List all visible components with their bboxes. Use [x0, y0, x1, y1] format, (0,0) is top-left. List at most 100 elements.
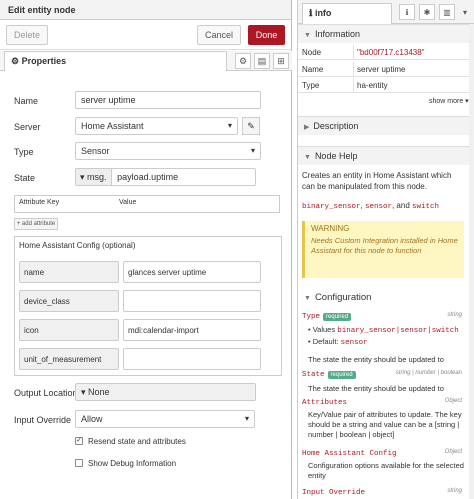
ha-config-value[interactable] [123, 348, 261, 370]
done-button[interactable]: Done [248, 25, 285, 45]
chevron-down-icon[interactable]: ▾ [457, 4, 473, 20]
input-override-select[interactable]: Allow ▾ [75, 410, 255, 428]
ha-config-desc: Configuration options available for the … [308, 461, 464, 480]
ha-config-value[interactable] [123, 290, 261, 312]
info-icon[interactable]: ℹ [399, 4, 415, 20]
cancel-button[interactable]: Cancel [197, 25, 241, 45]
sensor-types-line: binary_sensor, sensor, and switch [302, 200, 439, 213]
description-title: Description [313, 121, 359, 131]
required-badge: required [323, 313, 352, 321]
type-select[interactable]: Sensor ▾ [75, 142, 261, 160]
info-key: Type [302, 81, 320, 90]
cell-divider [353, 45, 354, 60]
config-attributes-row: Attributes Object [302, 397, 464, 409]
resend-label: Resend state and attributes [88, 437, 186, 446]
input-override-label: Input Override [14, 415, 72, 425]
values-value: binary_sensor|sensor|switch [337, 327, 459, 335]
state-prefix: msg. [87, 172, 107, 182]
type-value: Sensor [81, 146, 110, 156]
settings-gear-icon[interactable]: ⚙ [235, 53, 251, 69]
action-bar: Delete Cancel Done [0, 20, 291, 50]
info-value[interactable]: "bd00f717.c13438" [357, 48, 425, 57]
info-key: Name [302, 65, 324, 74]
values-label: Values [312, 325, 336, 334]
tab-properties[interactable]: ⚙ Properties [4, 51, 227, 71]
config-kind: string [447, 488, 462, 494]
type-binary-sensor: binary_sensor [302, 203, 361, 211]
config-key: Attributes [302, 399, 348, 407]
edit-pencil-icon[interactable]: ✎ [242, 117, 260, 135]
chevron-down-icon: ▾ [250, 146, 255, 155]
config-key: State [302, 371, 325, 379]
config-state-row: State required string | number | boolean [302, 369, 464, 381]
debug-label: Show Debug Information [88, 459, 177, 468]
state-desc: The state the entity should be updated t… [308, 384, 444, 393]
name-input[interactable]: server uptime [75, 91, 261, 109]
bug-icon[interactable]: ✱ [419, 4, 435, 20]
information-title: Information [314, 29, 360, 39]
warning-body: Needs Custom Integration installed in Ho… [311, 236, 458, 255]
tab-info-label: info [314, 8, 332, 18]
delete-button[interactable]: Delete [6, 25, 48, 45]
state-type-selector[interactable]: ▾ msg. [76, 169, 112, 185]
appearance-icon[interactable]: ⊞ [273, 53, 289, 69]
configuration-title: Configuration [314, 292, 372, 303]
config-key: Type [302, 313, 321, 321]
ha-config-title: Home Assistant Config (optional) [19, 241, 136, 250]
server-value: Home Assistant [81, 121, 144, 131]
state-typed-input[interactable]: ▾ msg. payload.uptime [75, 168, 256, 186]
output-location-select[interactable]: ▾ None [75, 383, 256, 401]
info-icon: ℹ [309, 8, 313, 18]
info-value: ha-entity [357, 81, 388, 90]
type-label: Type [14, 147, 34, 157]
config-key: Home Assistant Config [302, 450, 397, 458]
attributes-table: Attribute Key Value [14, 195, 280, 213]
info-key: Node [302, 48, 322, 57]
server-select[interactable]: Home Assistant ▾ [75, 117, 238, 135]
gear-icon: ⚙ [11, 56, 20, 66]
ha-config-key: name [19, 261, 119, 283]
input-override-value: Allow [81, 414, 103, 424]
list-separator: , and [391, 201, 412, 210]
config-kind: string | number | boolean [395, 370, 462, 376]
info-row-node: Node "bd00f717.c13438" [298, 45, 474, 60]
node-help-title: Node Help [314, 151, 358, 161]
name-label: Name [14, 96, 39, 106]
information-section[interactable]: ▼ Information [298, 24, 474, 43]
ha-config-key: icon [19, 319, 119, 341]
sidebar-scrollbar[interactable] [469, 24, 474, 499]
info-sidebar: ℹ info ℹ ✱ ▥ ▾ ▼ Information Node "bd00f7… [297, 0, 474, 499]
default-label: Default: [312, 337, 339, 346]
default-value: sensor [340, 339, 368, 347]
warning-title: WARNING [311, 224, 350, 233]
chart-icon[interactable]: ▥ [439, 4, 455, 20]
tab-properties-label: Properties [21, 56, 67, 66]
state-label: State [14, 173, 36, 183]
description-section[interactable]: ▶ Description [298, 116, 474, 135]
attributes-desc: Key/Value pair of attributes to update. … [308, 410, 462, 439]
default-line: • Default: sensor [308, 337, 368, 347]
description-icon[interactable]: ▤ [254, 53, 270, 69]
add-attribute-button[interactable]: + add attribute [14, 218, 58, 230]
chevron-down-icon: ▾ [80, 172, 85, 182]
ha-config-box: Home Assistant Config (optional) name gl… [14, 236, 282, 376]
chevron-down-icon: ▾ [227, 121, 232, 130]
configuration-section[interactable]: ▼ Configuration [298, 288, 474, 306]
panel-title: Edit entity node [0, 0, 291, 20]
ha-config-value[interactable]: glances server uptime [123, 261, 261, 283]
resend-checkbox[interactable]: ✓ [75, 437, 83, 445]
show-more-link[interactable]: show more ▾ [429, 96, 469, 107]
server-label: Server [14, 122, 41, 132]
ha-config-value[interactable]: mdi:calendar-import [123, 319, 261, 341]
node-help-section[interactable]: ▼ Node Help [298, 146, 474, 165]
output-location-value: None [88, 387, 110, 397]
config-input-override-row: Input Override string [302, 487, 464, 499]
edit-panel: Edit entity node Delete Cancel Done ⚙ Pr… [0, 0, 292, 499]
tab-info[interactable]: ℹ info [302, 3, 392, 24]
chevron-down-icon: ▾ [244, 414, 249, 423]
debug-checkbox[interactable] [75, 459, 83, 467]
state-value: payload.uptime [117, 172, 179, 182]
config-kind: string [447, 312, 462, 318]
config-type-row: Type required string [302, 311, 464, 323]
attr-key-header: Attribute Key [19, 199, 60, 206]
